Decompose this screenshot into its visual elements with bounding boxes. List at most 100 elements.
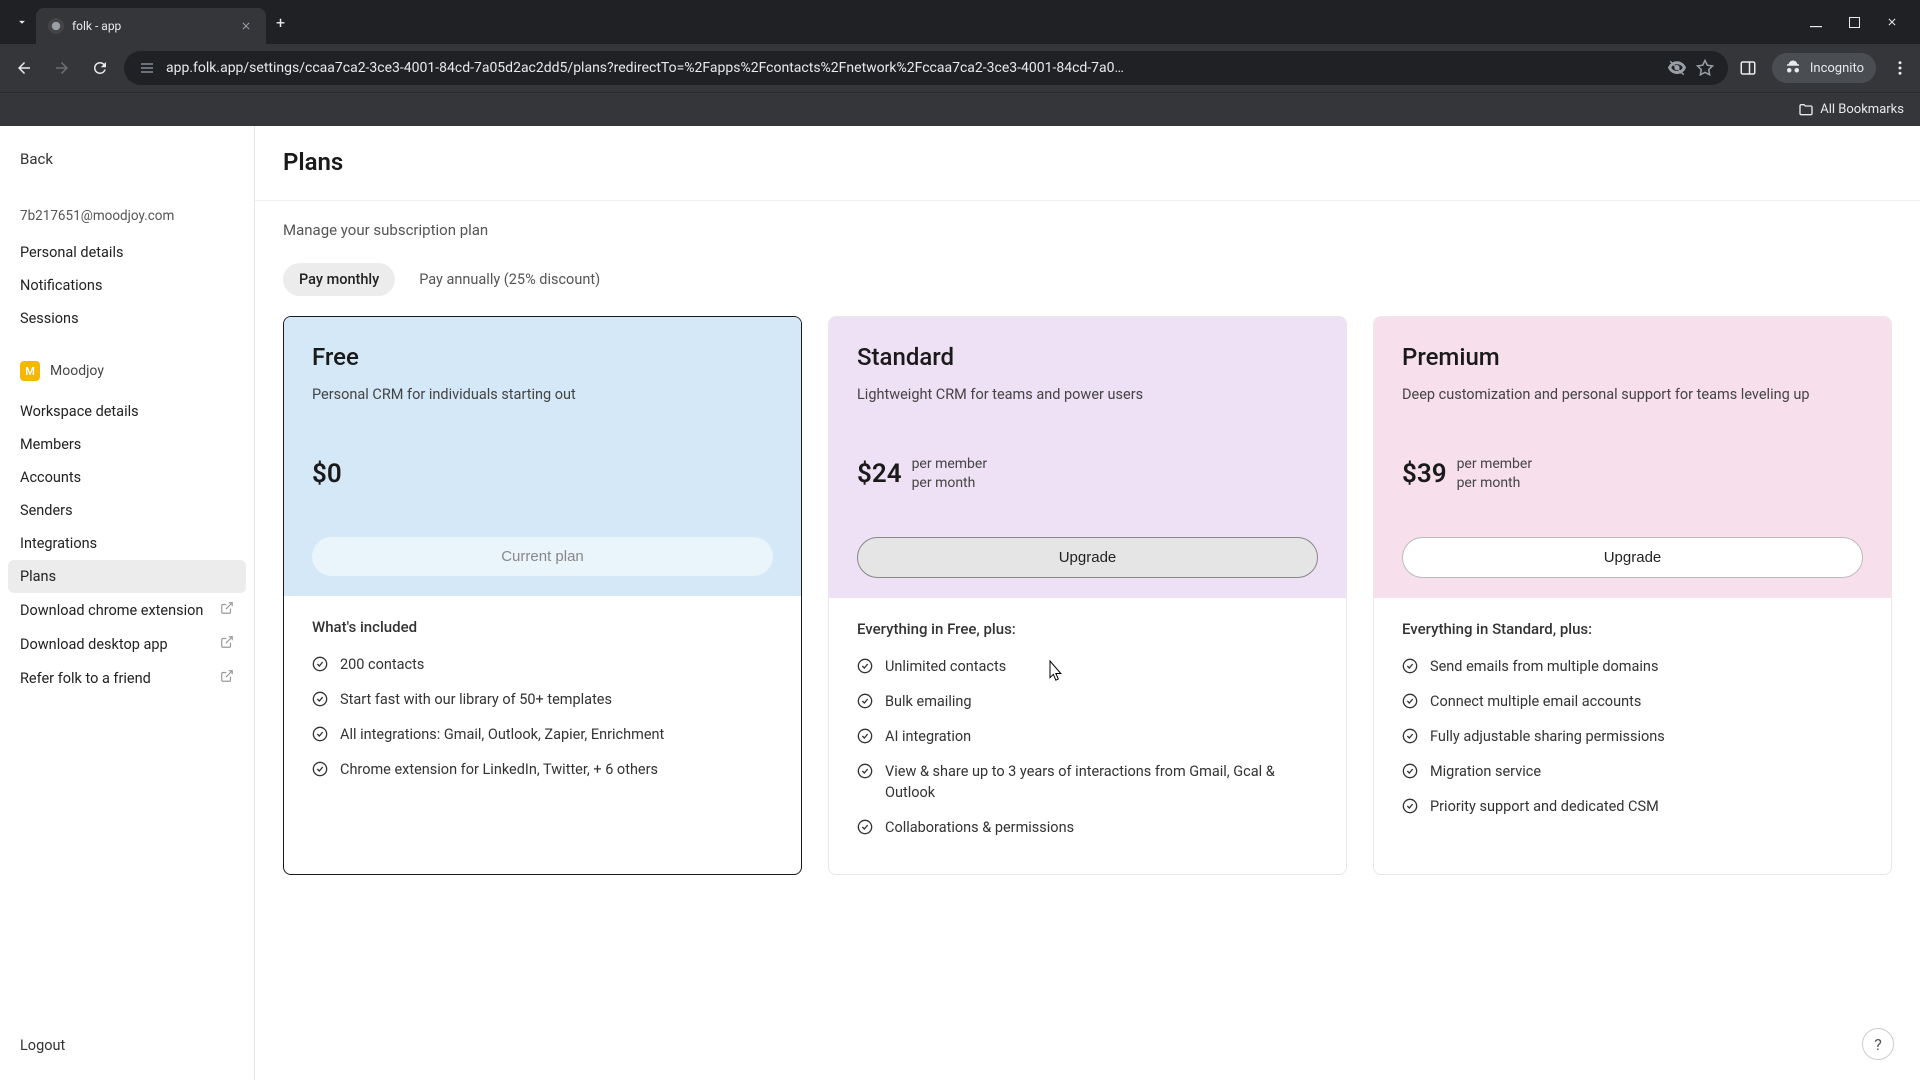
plan-header: StandardLightweight CRM for teams and po… — [829, 317, 1346, 598]
feature-text: Unlimited contacts — [885, 656, 1006, 677]
nav-forward[interactable] — [48, 54, 76, 82]
upgrade-button[interactable]: Upgrade — [857, 537, 1318, 578]
check-circle-icon — [857, 693, 873, 709]
incognito-indicator[interactable]: Incognito — [1772, 53, 1876, 83]
feature-item: Migration service — [1402, 761, 1863, 782]
tab-favicon — [48, 18, 64, 34]
logout-link[interactable]: Logout — [8, 1029, 246, 1062]
sidebar-item-members[interactable]: Members — [8, 428, 246, 461]
nav-back[interactable] — [10, 54, 38, 82]
side-panel-icon[interactable] — [1738, 58, 1758, 78]
folder-icon — [1798, 102, 1814, 118]
sidebar-item-workspace-details[interactable]: Workspace details — [8, 395, 246, 428]
site-settings-icon[interactable] — [138, 59, 156, 77]
feature-text: Fully adjustable sharing permissions — [1430, 726, 1665, 747]
plan-card-premium: PremiumDeep customization and personal s… — [1373, 316, 1892, 875]
billing-toggle: Pay monthly Pay annually (25% discount) — [283, 263, 1892, 296]
browser-tab[interactable]: folk - app — [36, 8, 266, 44]
feature-item: View & share up to 3 years of interactio… — [857, 761, 1318, 803]
feature-item: Chrome extension for LinkedIn, Twitter, … — [312, 759, 773, 780]
back-link[interactable]: Back — [8, 144, 246, 174]
sidebar-item-label: Members — [20, 436, 81, 453]
sidebar-item-integrations[interactable]: Integrations — [8, 527, 246, 560]
plan-description: Lightweight CRM for teams and power user… — [857, 385, 1318, 429]
check-circle-icon — [857, 658, 873, 674]
sidebar-item-label: Integrations — [20, 535, 97, 552]
pay-annually-toggle[interactable]: Pay annually (25% discount) — [403, 263, 616, 296]
sidebar-item-download-desktop-app[interactable]: Download desktop app — [8, 627, 246, 661]
sidebar-item-personal-details[interactable]: Personal details — [8, 236, 246, 269]
all-bookmarks-button[interactable]: All Bookmarks — [1798, 102, 1904, 118]
window-close[interactable] — [1882, 12, 1902, 32]
feature-text: Migration service — [1430, 761, 1541, 782]
check-circle-icon — [857, 763, 873, 779]
plan-features-heading: What's included — [312, 618, 773, 636]
external-link-icon — [220, 635, 234, 653]
plan-card-standard: StandardLightweight CRM for teams and po… — [828, 316, 1347, 875]
check-circle-icon — [1402, 728, 1418, 744]
plan-price: $39 — [1402, 459, 1447, 489]
browser-tab-strip: folk - app + — [0, 0, 1920, 44]
nav-reload[interactable] — [86, 54, 114, 82]
plan-name: Premium — [1402, 343, 1863, 371]
url-bar[interactable]: app.folk.app/settings/ccaa7ca2-3ce3-4001… — [124, 51, 1728, 85]
feature-text: View & share up to 3 years of interactio… — [885, 761, 1318, 803]
check-circle-icon — [312, 761, 328, 777]
sidebar-item-sessions[interactable]: Sessions — [8, 302, 246, 335]
new-tab-button[interactable]: + — [276, 13, 285, 32]
sidebar-item-label: Workspace details — [20, 403, 139, 420]
plan-price-unit: per memberper month — [912, 455, 988, 493]
all-bookmarks-label: All Bookmarks — [1820, 102, 1904, 117]
incognito-label: Incognito — [1810, 61, 1864, 76]
check-circle-icon — [1402, 798, 1418, 814]
help-button[interactable]: ? — [1862, 1028, 1894, 1060]
feature-text: 200 contacts — [340, 654, 424, 675]
plan-header: FreePersonal CRM for individuals startin… — [284, 317, 801, 596]
plan-price-row: $24 per memberper month — [857, 451, 1318, 497]
window-minimize[interactable] — [1806, 12, 1826, 32]
feature-item: Fully adjustable sharing permissions — [1402, 726, 1863, 747]
window-maximize[interactable] — [1844, 12, 1864, 32]
feature-item: Connect multiple email accounts — [1402, 691, 1863, 712]
sidebar-item-label: Plans — [20, 568, 56, 585]
sidebar-item-accounts[interactable]: Accounts — [8, 461, 246, 494]
feature-text: AI integration — [885, 726, 971, 747]
page-subtitle: Manage your subscription plan — [283, 221, 1892, 239]
sidebar-item-refer-folk-to-a-friend[interactable]: Refer folk to a friend — [8, 661, 246, 695]
plan-header: PremiumDeep customization and personal s… — [1374, 317, 1891, 598]
current-plan-button: Current plan — [312, 537, 773, 576]
feature-text: Send emails from multiple domains — [1430, 656, 1658, 677]
external-link-icon — [220, 669, 234, 687]
bookmark-star-icon[interactable] — [1696, 59, 1714, 77]
plan-price: $24 — [857, 459, 902, 489]
check-circle-icon — [857, 819, 873, 835]
sidebar-item-plans[interactable]: Plans — [8, 560, 246, 593]
browser-menu-icon[interactable] — [1890, 58, 1910, 78]
plans-row: FreePersonal CRM for individuals startin… — [283, 316, 1892, 875]
tab-title: folk - app — [72, 19, 230, 33]
sidebar-item-download-chrome-extension[interactable]: Download chrome extension — [8, 593, 246, 627]
tabs-dropdown[interactable] — [8, 8, 36, 36]
eye-off-icon[interactable] — [1668, 59, 1686, 77]
page-title: Plans — [283, 148, 1892, 176]
workspace-name: Moodjoy — [50, 363, 104, 379]
pay-monthly-toggle[interactable]: Pay monthly — [283, 263, 395, 296]
sidebar-item-label: Refer folk to a friend — [20, 670, 151, 687]
feature-text: Bulk emailing — [885, 691, 972, 712]
feature-item: Priority support and dedicated CSM — [1402, 796, 1863, 817]
bookmarks-bar: All Bookmarks — [0, 92, 1920, 126]
tab-close-icon[interactable] — [238, 18, 254, 34]
feature-text: All integrations: Gmail, Outlook, Zapier… — [340, 724, 664, 745]
upgrade-button[interactable]: Upgrade — [1402, 537, 1863, 578]
plan-body: Everything in Standard, plus: Send emails… — [1374, 598, 1891, 853]
external-link-icon — [220, 601, 234, 619]
sidebar-item-notifications[interactable]: Notifications — [8, 269, 246, 302]
plan-features-heading: Everything in Standard, plus: — [1402, 620, 1863, 638]
plan-name: Free — [312, 343, 773, 371]
feature-item: 200 contacts — [312, 654, 773, 675]
plan-price-row: $0 — [312, 451, 773, 497]
plan-body: What's included200 contactsStart fast wi… — [284, 596, 801, 816]
workspace-selector[interactable]: M Moodjoy — [8, 353, 246, 389]
browser-toolbar: app.folk.app/settings/ccaa7ca2-3ce3-4001… — [0, 44, 1920, 92]
sidebar-item-senders[interactable]: Senders — [8, 494, 246, 527]
